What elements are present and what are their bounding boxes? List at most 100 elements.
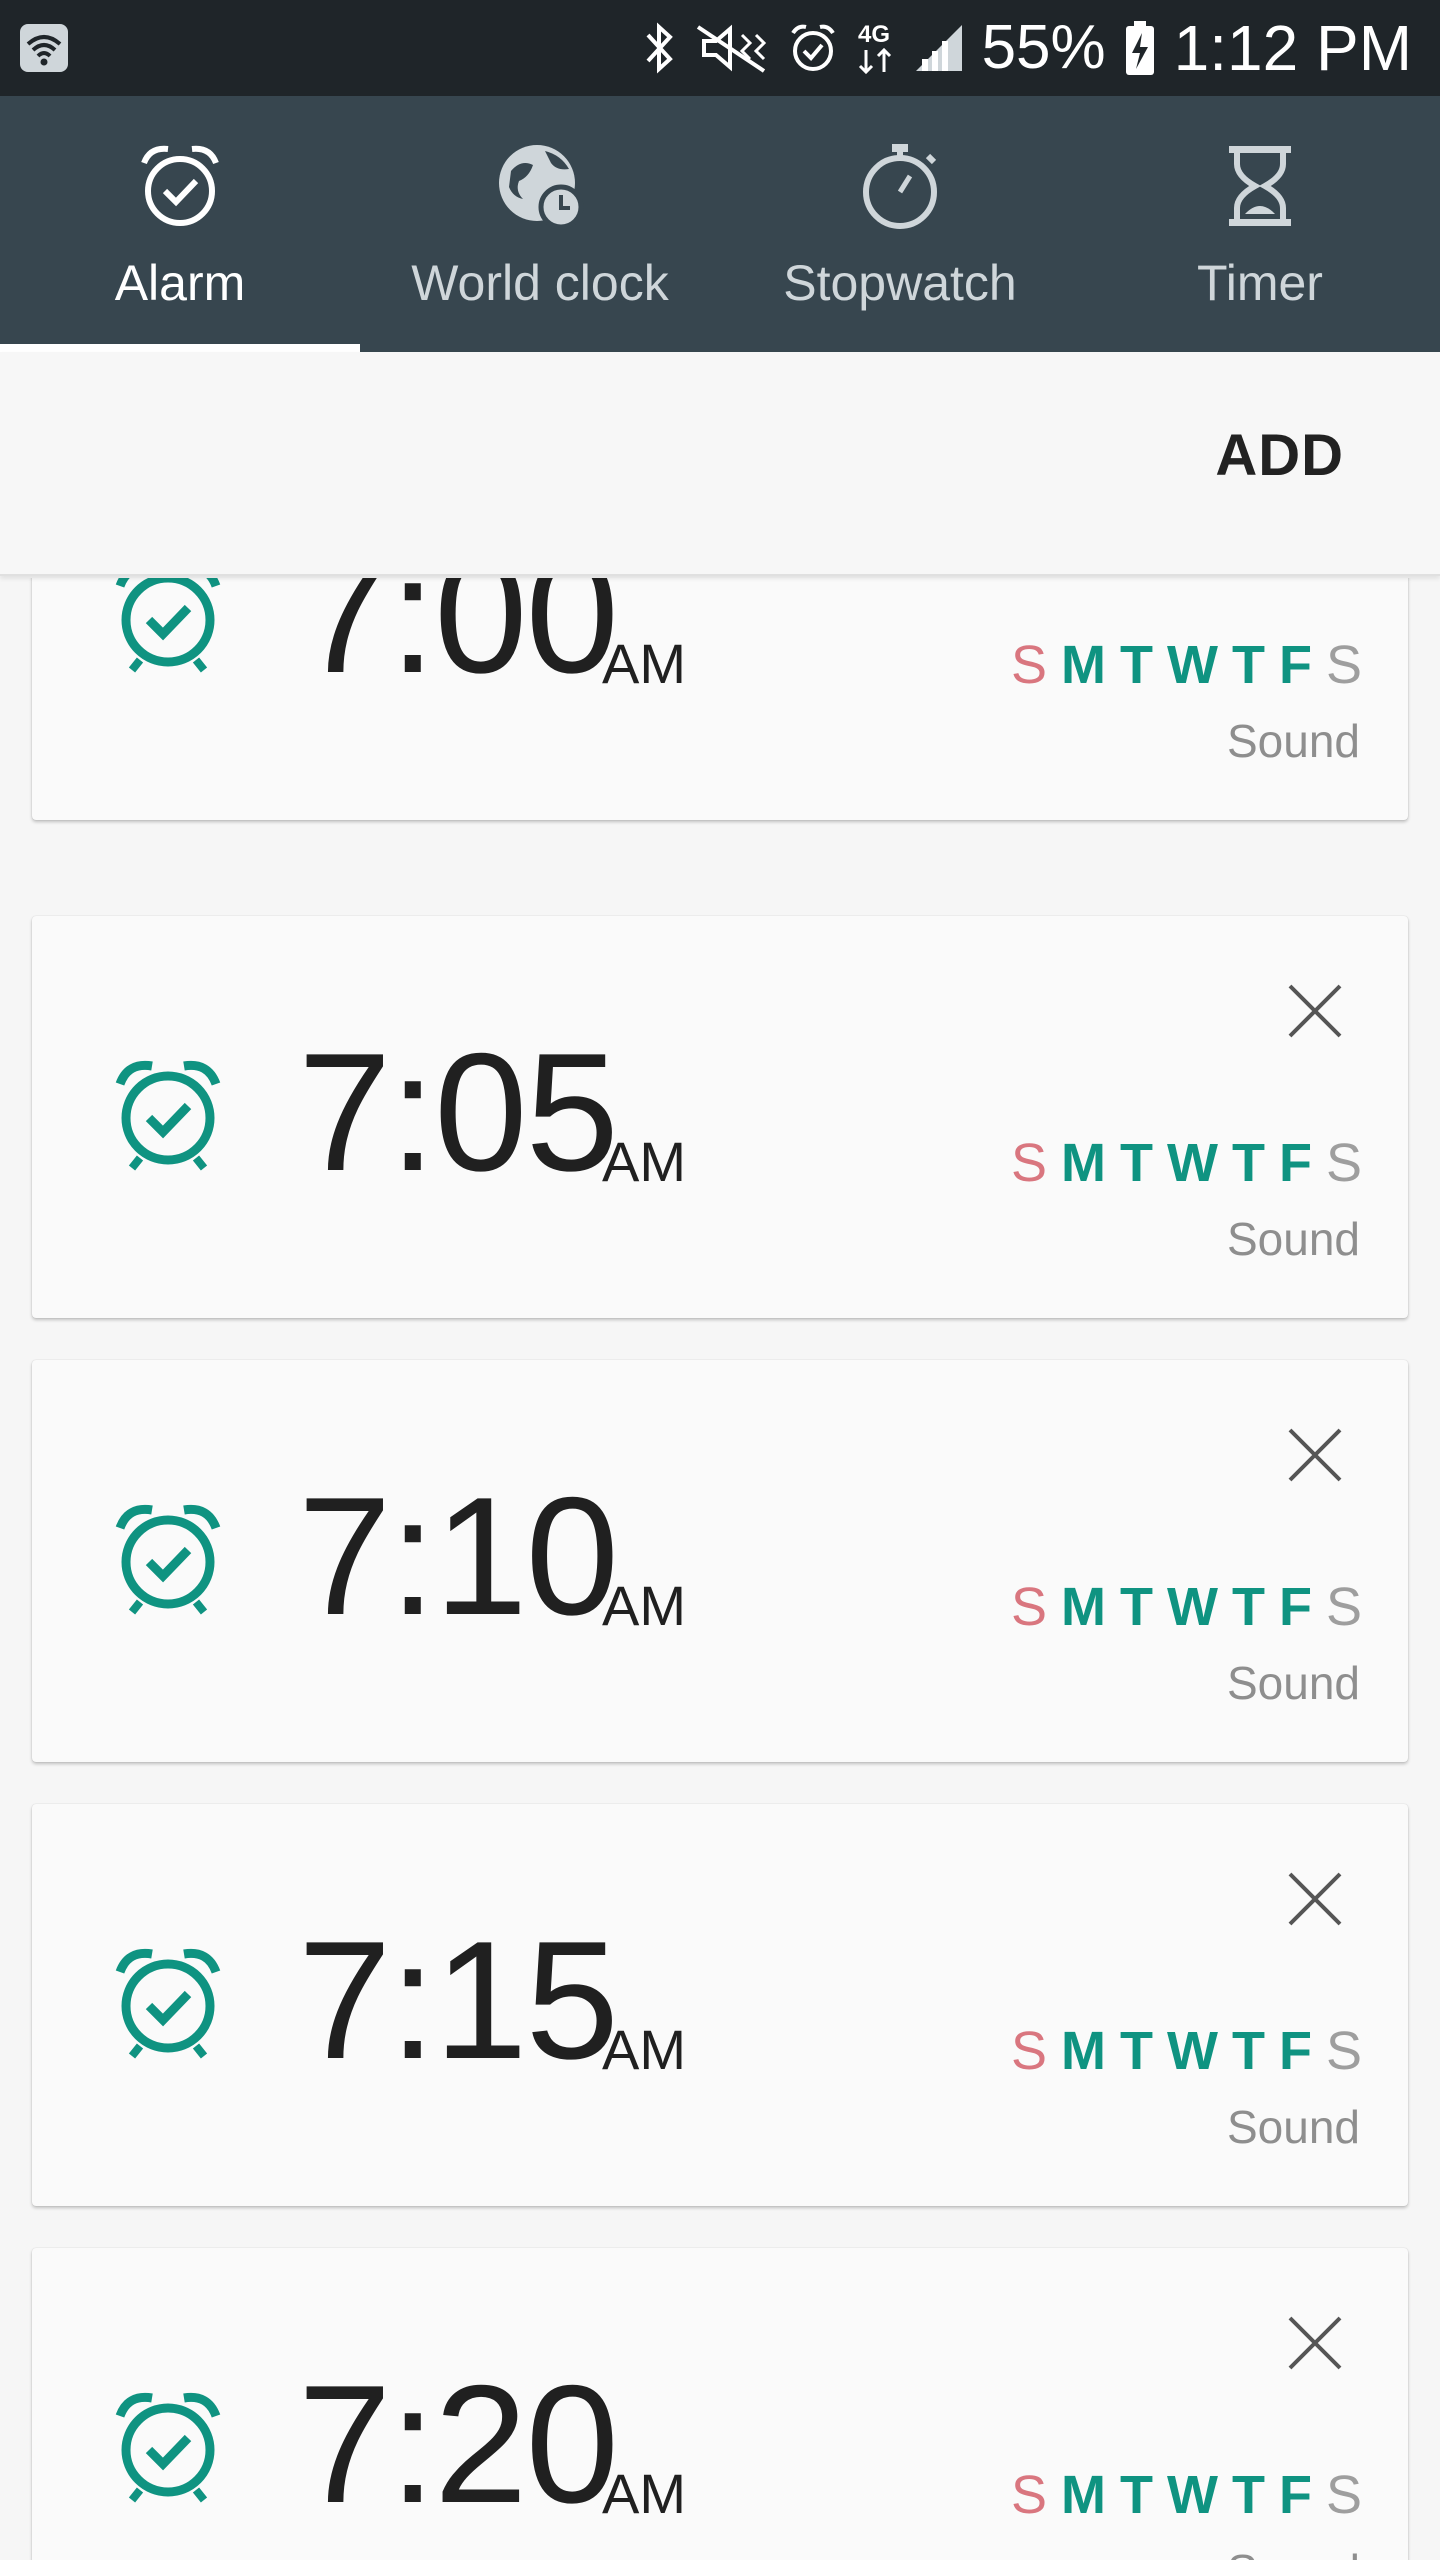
day-saturday: S <box>1325 635 1362 695</box>
day-sunday: S <box>1010 635 1048 695</box>
stopwatch-icon <box>858 136 942 236</box>
day-wednesday: W <box>1167 1577 1218 1637</box>
hourglass-icon <box>1225 136 1295 236</box>
tab-timer-label: Timer <box>1197 255 1323 311</box>
status-bar: 4G 55% 1:12 PM <box>0 0 1440 96</box>
alarm-on-icon[interactable] <box>114 578 222 679</box>
tab-stopwatch-label: Stopwatch <box>783 255 1017 311</box>
day-friday: F <box>1278 635 1312 695</box>
alarm-card[interactable]: 7:05 AM S M T W T F S Sound <box>32 916 1408 1318</box>
day-monday: M <box>1061 2021 1106 2081</box>
delete-alarm-button[interactable] <box>1282 978 1348 1044</box>
day-sunday: S <box>1010 1133 1048 1193</box>
day-thursday: T <box>1231 1577 1265 1637</box>
alarm-time: 7:00 <box>298 578 619 708</box>
close-icon <box>1288 2316 1342 2370</box>
tab-stopwatch[interactable]: Stopwatch <box>720 96 1080 352</box>
alarm-card[interactable]: 7:10 AM S M T W T F S Sound <box>32 1360 1408 1762</box>
close-icon <box>1288 1872 1342 1926</box>
alarm-on-icon[interactable] <box>114 2388 222 2509</box>
alarm-list: 7:00 AM S M T W T F S Sound 7:05 AM S M … <box>0 578 1440 2560</box>
day-tuesday: T <box>1120 1133 1153 1193</box>
day-sunday: S <box>1010 2021 1048 2081</box>
alarm-sound-label: Sound <box>1226 1657 1360 1709</box>
day-tuesday: T <box>1120 635 1153 695</box>
alarm-time: 7:05 <box>298 1018 619 1206</box>
battery-percent: 55% <box>981 13 1106 82</box>
day-tuesday: T <box>1120 2021 1153 2081</box>
day-monday: M <box>1061 635 1106 695</box>
close-icon <box>1288 984 1342 1038</box>
alarm-status-icon <box>788 21 838 75</box>
alarm-sound-label: Sound <box>1226 2101 1360 2153</box>
wifi-icon <box>18 22 70 79</box>
alarm-time: 7:20 <box>298 2350 619 2538</box>
repeat-days: S M T W T F S <box>1011 1580 1362 1634</box>
day-sunday: S <box>1010 1577 1048 1637</box>
add-alarm-button[interactable]: ADD <box>1215 422 1344 489</box>
tab-alarm[interactable]: Alarm <box>0 96 360 352</box>
day-wednesday: W <box>1167 1133 1218 1193</box>
alarm-card[interactable]: 7:00 AM S M T W T F S Sound <box>32 578 1408 820</box>
alarm-on-icon[interactable] <box>114 1944 222 2065</box>
alarm-ampm: AM <box>602 2018 686 2081</box>
alarm-ampm: AM <box>602 2462 686 2525</box>
day-wednesday: W <box>1167 635 1218 695</box>
alarm-card[interactable]: 7:15 AM S M T W T F S Sound <box>32 1804 1408 2206</box>
day-monday: M <box>1061 1577 1106 1637</box>
day-thursday: T <box>1231 2021 1265 2081</box>
action-bar: ADD <box>0 352 1440 576</box>
alarm-time: 7:15 <box>298 1906 619 2094</box>
alarm-sound-label: Sound <box>1226 1213 1360 1265</box>
status-time: 1:12 PM <box>1173 12 1412 84</box>
alarm-clock-icon <box>138 136 222 236</box>
alarm-sound-label: Sound <box>1226 715 1360 767</box>
day-saturday: S <box>1325 2465 1362 2525</box>
bluetooth-icon <box>642 21 676 75</box>
day-friday: F <box>1278 2021 1312 2081</box>
signal-icon <box>914 23 964 73</box>
alarm-on-icon[interactable] <box>114 1056 222 1177</box>
repeat-days: S M T W T F S <box>1011 1136 1362 1190</box>
day-tuesday: T <box>1120 2465 1153 2525</box>
svg-text:4G: 4G <box>858 21 890 48</box>
alarm-on-icon[interactable] <box>114 1500 222 1621</box>
day-saturday: S <box>1325 1577 1362 1637</box>
day-tuesday: T <box>1120 1577 1153 1637</box>
alarm-ampm: AM <box>602 1574 686 1637</box>
day-thursday: T <box>1231 2465 1265 2525</box>
battery-charging-icon <box>1124 19 1156 77</box>
alarm-ampm: AM <box>602 632 686 695</box>
day-monday: M <box>1061 2465 1106 2525</box>
alarm-sound-label: Sound <box>1227 2544 1360 2560</box>
tab-timer[interactable]: Timer <box>1080 96 1440 352</box>
delete-alarm-button[interactable] <box>1282 2310 1348 2376</box>
alarm-time: 7:10 <box>298 1462 619 1650</box>
mute-vibrate-icon <box>694 21 770 75</box>
tab-world-clock-label: World clock <box>411 255 669 311</box>
tab-world-clock[interactable]: World clock <box>360 96 720 352</box>
day-saturday: S <box>1325 2021 1362 2081</box>
tab-alarm-label: Alarm <box>114 255 246 311</box>
day-thursday: T <box>1231 1133 1265 1193</box>
tab-bar: Alarm World clock Stopwatch Timer <box>0 96 1440 352</box>
alarm-card[interactable]: 7:20 AM S M T W T F S Sound <box>32 2248 1408 2560</box>
day-friday: F <box>1278 1577 1312 1637</box>
day-wednesday: W <box>1167 2021 1218 2081</box>
repeat-days: S M T W T F S <box>1011 2468 1362 2522</box>
close-icon <box>1288 1428 1342 1482</box>
day-wednesday: W <box>1167 2465 1218 2525</box>
globe-clock-icon <box>495 136 585 236</box>
day-monday: M <box>1061 1133 1106 1193</box>
repeat-days: S M T W T F S <box>1011 638 1362 692</box>
day-friday: F <box>1278 2465 1312 2525</box>
day-sunday: S <box>1010 2465 1048 2525</box>
day-thursday: T <box>1231 635 1265 695</box>
delete-alarm-button[interactable] <box>1282 1866 1348 1932</box>
repeat-days: S M T W T F S <box>1011 2024 1362 2078</box>
day-friday: F <box>1278 1133 1312 1193</box>
delete-alarm-button[interactable] <box>1282 1422 1348 1488</box>
day-saturday: S <box>1325 1133 1362 1193</box>
data-4g-icon: 4G <box>856 18 896 78</box>
alarm-ampm: AM <box>602 1130 686 1193</box>
